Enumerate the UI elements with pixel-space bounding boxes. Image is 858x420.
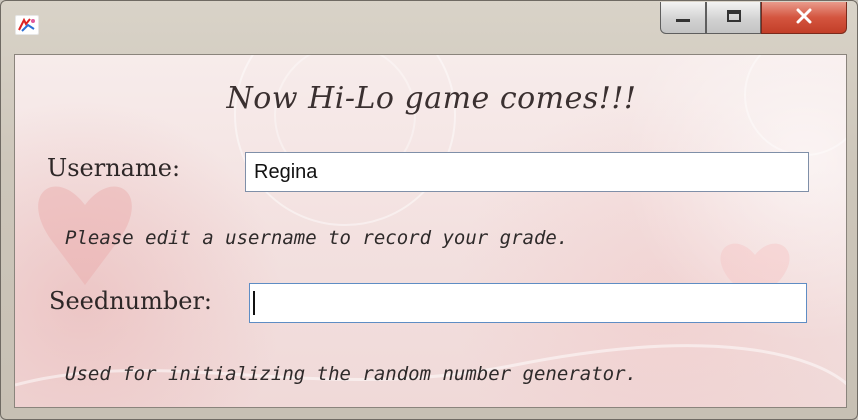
username-field[interactable] (245, 152, 809, 192)
maximize-icon (726, 8, 742, 27)
username-label: Username: (47, 154, 181, 182)
application-window: Now Hi-Lo game comes!!! Username: Please… (0, 0, 858, 420)
close-button[interactable] (761, 2, 847, 34)
seednumber-hint: Used for initializing the random number … (65, 363, 637, 385)
minimize-button[interactable] (660, 2, 706, 34)
form-panel: Now Hi-Lo game comes!!! Username: Please… (14, 54, 847, 408)
username-hint: Please edit a username to record your gr… (65, 227, 569, 249)
game-title: Now Hi-Lo game comes!!! (226, 81, 637, 116)
seednumber-label: Seednumber: (49, 287, 213, 315)
app-icon[interactable] (15, 15, 39, 35)
text-caret (253, 291, 255, 315)
minimize-icon (675, 8, 691, 27)
title-bar[interactable] (1, 1, 857, 45)
close-icon (795, 8, 813, 28)
maximize-button[interactable] (706, 2, 761, 34)
seednumber-field[interactable] (249, 283, 807, 323)
